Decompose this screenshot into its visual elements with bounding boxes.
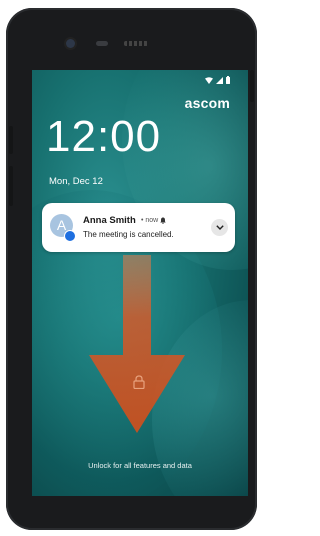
lock-icon xyxy=(133,375,145,389)
clock: 12:00 xyxy=(46,112,162,161)
date-label: Mon, Dec 12 xyxy=(49,176,103,187)
notification-card[interactable]: A Anna Smith • now The meeting is cancel… xyxy=(42,203,235,252)
notification-message: The meeting is cancelled. xyxy=(83,230,174,239)
app-badge-icon xyxy=(64,230,76,242)
swipe-down-arrow xyxy=(89,255,185,433)
expand-notification-button[interactable] xyxy=(211,219,228,236)
side-button-lower xyxy=(9,166,13,206)
status-bar xyxy=(205,76,230,84)
signal-icon xyxy=(216,76,223,84)
battery-icon xyxy=(226,76,230,84)
notification-meta: • now xyxy=(141,217,166,224)
chevron-down-icon xyxy=(215,225,224,230)
side-button-upper xyxy=(9,126,13,154)
notification-time: • now xyxy=(141,217,159,224)
proximity-sensor xyxy=(96,41,108,46)
unlock-hint: Unlock for all features and data xyxy=(88,461,192,470)
lock-screen: ascom 12:00 Mon, Dec 12 A Anna Smith • n… xyxy=(32,70,248,496)
brand-logo: ascom xyxy=(184,95,230,111)
front-camera xyxy=(66,39,75,48)
phone-device: ascom 12:00 Mon, Dec 12 A Anna Smith • n… xyxy=(6,8,257,530)
earpiece-speaker xyxy=(124,41,148,46)
silent-bell-icon xyxy=(160,217,166,224)
wifi-icon xyxy=(205,76,213,84)
power-button xyxy=(250,70,254,102)
notification-sender: Anna Smith xyxy=(83,215,136,226)
